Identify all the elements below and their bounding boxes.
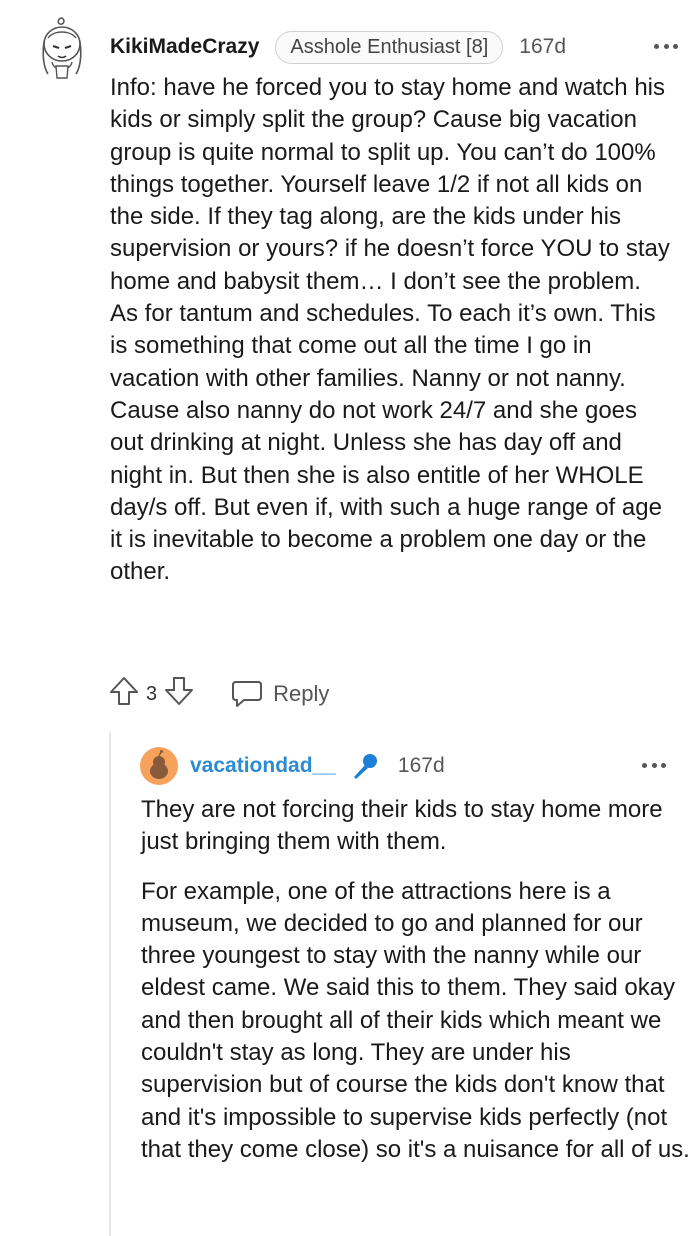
comment-age: 167d (519, 35, 566, 58)
reply-paragraph: They are not forcing their kids to stay … (141, 796, 663, 856)
more-dots-icon[interactable] (654, 44, 678, 50)
reply-body: They are not forcing their kids to stay … (141, 794, 691, 1183)
comment-header: KikiMadeCrazy Asshole Enthusiast [8] 167… (110, 30, 566, 64)
reply-age: 167d (397, 754, 445, 777)
upvote-arrow-icon[interactable] (108, 675, 140, 713)
downvote-arrow-icon[interactable] (163, 675, 195, 713)
microphone-icon (350, 751, 380, 781)
reply-username[interactable]: vacationdad__ (190, 754, 336, 778)
chat-bubble-icon (232, 681, 263, 707)
user-avatar[interactable] (36, 16, 88, 80)
reply-button[interactable]: Reply (231, 679, 329, 709)
comment-username[interactable]: KikiMadeCrazy (110, 35, 259, 59)
comment-body: Info: have he forced you to stay home an… (110, 74, 670, 586)
reply-paragraph: For example, one of the attractions here… (141, 877, 690, 1163)
comment-actions: 3 Reply (108, 676, 329, 712)
user-flair: Asshole Enthusiast [8] (275, 30, 504, 64)
reply-user-avatar[interactable] (140, 747, 178, 785)
reply-header: vacationdad__ 167d (140, 747, 445, 785)
reply-more-dots-icon[interactable] (642, 763, 666, 769)
cartoon-avatar-icon (42, 17, 82, 79)
thread-line[interactable] (109, 732, 111, 1236)
reply-label: Reply (273, 681, 330, 706)
snoo-avatar-icon (140, 747, 178, 785)
vote-score: 3 (146, 682, 158, 705)
